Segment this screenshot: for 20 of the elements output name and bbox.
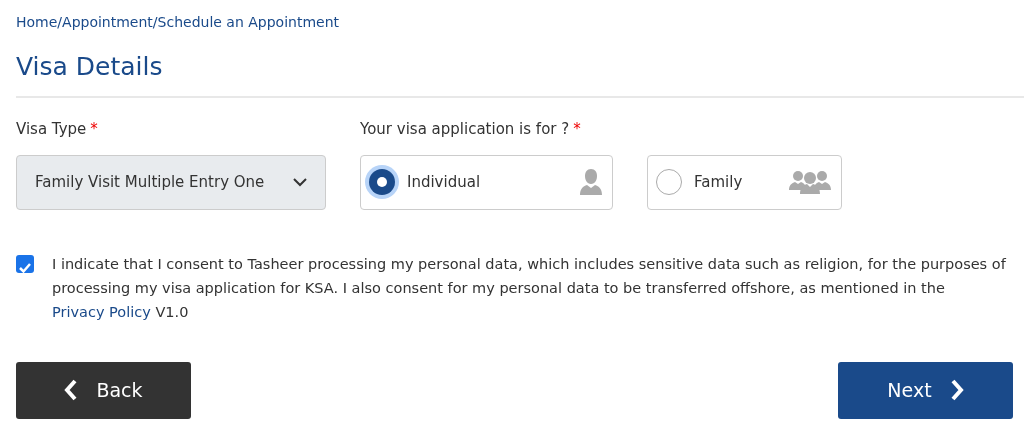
privacy-policy-link[interactable]: Privacy Policy <box>52 303 151 320</box>
field-label: Visa Type <box>16 119 87 140</box>
page-title: Visa Details <box>16 52 164 82</box>
radio-option[interactable]: Family <box>647 154 842 210</box>
required-mark: * <box>90 119 98 140</box>
group-icon <box>789 170 831 194</box>
required-mark: * <box>573 119 581 140</box>
radio-option[interactable]: Individual <box>360 154 613 210</box>
visa-type-select[interactable]: Family Visit Multiple Entry One <box>16 154 326 210</box>
back-button[interactable]: Back <box>16 361 191 419</box>
person-icon <box>580 169 602 195</box>
chevron-left-icon <box>64 379 79 401</box>
consent-text: I indicate that I consent to Tasheer processing my personal data, which includes sensitive data such as religion, for the purposes of processing my visa application for KSA. I also consent for my personal data to be transferred offshore, as mentioned in the Privacy Policy V1.0 <box>52 254 1007 322</box>
chevron-down-icon <box>293 177 307 187</box>
next-button[interactable]: Next <box>838 361 1013 419</box>
field-label: Your visa application is for ? <box>360 119 570 140</box>
consent-checkbox[interactable] <box>16 254 34 273</box>
chevron-right-icon <box>949 379 964 401</box>
radio-button[interactable] <box>369 169 395 195</box>
breadcrumb[interactable]: Home/Appointment/Schedule an Appointment <box>16 12 340 33</box>
